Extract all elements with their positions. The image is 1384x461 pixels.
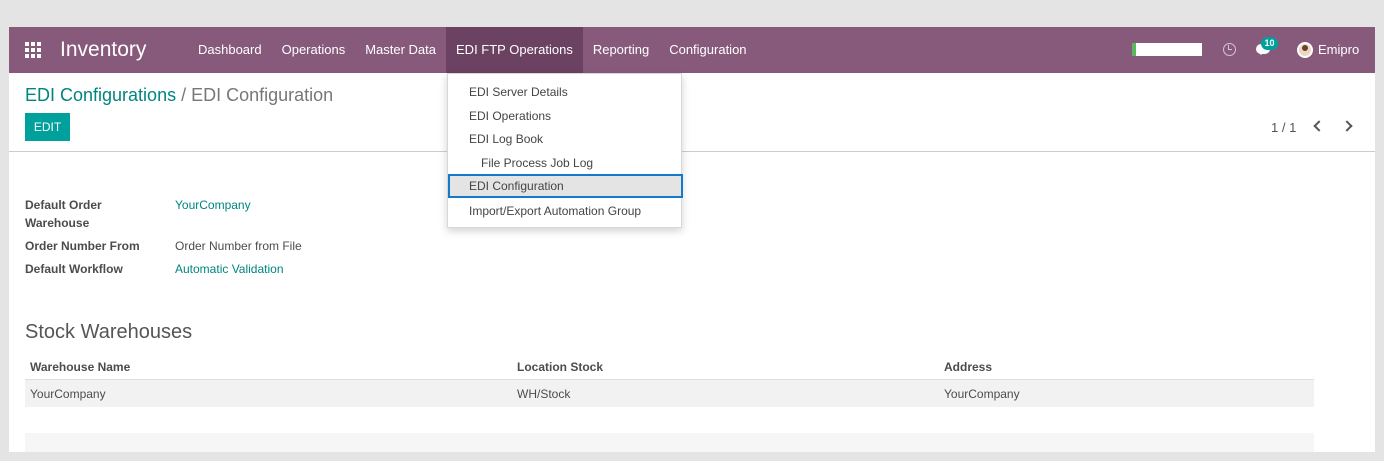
stock-warehouses-title: Stock Warehouses (25, 321, 193, 343)
edit-button[interactable]: EDIT (25, 113, 70, 141)
table-header: Warehouse Name Location Stock Address (25, 354, 1314, 380)
warehouse-name-cell: YourCompany (30, 387, 106, 401)
dropdown-item-edi-server-details[interactable]: EDI Server Details (448, 80, 683, 104)
location-stock-cell: WH/Stock (517, 387, 571, 401)
menu-dashboard[interactable]: Dashboard (188, 27, 272, 73)
top-menu: Dashboard Operations Master Data EDI FTP… (188, 27, 757, 73)
column-address[interactable]: Address (944, 354, 992, 380)
menu-configuration[interactable]: Configuration (659, 27, 756, 73)
breadcrumb-parent[interactable]: EDI Configurations (25, 85, 176, 105)
default-workflow-value[interactable]: Automatic Validation (175, 260, 284, 278)
default-order-warehouse-label: Default Order Warehouse (25, 198, 102, 230)
menu-edi-ftp-operations[interactable]: EDI FTP Operations (446, 27, 583, 73)
main-navbar: Inventory Dashboard Operations Master Da… (9, 27, 1375, 73)
dropdown-item-edi-log-book[interactable]: EDI Log Book (448, 127, 683, 151)
apps-grid-icon[interactable] (25, 42, 41, 58)
order-number-from-value: Order Number from File (175, 239, 302, 253)
menu-master-data[interactable]: Master Data (355, 27, 446, 73)
breadcrumb: EDI Configurations / EDI Configuration (25, 85, 333, 106)
next-record-icon[interactable] (1340, 119, 1352, 133)
default-workflow-label: Default Workflow (25, 262, 123, 276)
dropdown-item-edi-configuration[interactable]: EDI Configuration (448, 174, 683, 198)
app-title[interactable]: Inventory (60, 38, 146, 62)
table-empty-row (25, 433, 1314, 452)
column-warehouse-name[interactable]: Warehouse Name (30, 354, 130, 380)
dropdown-item-edi-operations[interactable]: EDI Operations (448, 104, 683, 128)
menu-operations[interactable]: Operations (272, 27, 356, 73)
table-row[interactable]: YourCompany WH/Stock YourCompany (25, 380, 1314, 407)
app-window: Inventory Dashboard Operations Master Da… (9, 27, 1375, 452)
loading-progress-bar (1132, 43, 1202, 56)
order-number-from-label: Order Number From (25, 239, 140, 253)
pager-value: 1 / 1 (1271, 120, 1297, 135)
default-order-warehouse-value[interactable]: YourCompany (175, 196, 251, 214)
breadcrumb-current: EDI Configuration (191, 85, 334, 105)
dropdown-item-import-export-automation-group[interactable]: Import/Export Automation Group (448, 199, 683, 223)
edi-ftp-operations-dropdown: EDI Server Details EDI Operations EDI Lo… (447, 73, 683, 228)
user-menu[interactable]: Emipro (1318, 42, 1359, 57)
dropdown-item-file-process-job-log[interactable]: File Process Job Log (448, 151, 683, 175)
clock-icon[interactable] (1223, 43, 1236, 56)
avatar[interactable] (1297, 42, 1313, 58)
messages-badge: 10 (1261, 37, 1278, 50)
warehouses-table: Warehouse Name Location Stock Address Yo… (25, 354, 1314, 407)
control-panel-divider (9, 151, 1375, 152)
column-location-stock[interactable]: Location Stock (517, 354, 603, 380)
breadcrumb-separator: / (181, 85, 187, 105)
previous-record-icon[interactable] (1312, 119, 1324, 133)
menu-reporting[interactable]: Reporting (583, 27, 659, 73)
address-cell: YourCompany (944, 387, 1020, 401)
